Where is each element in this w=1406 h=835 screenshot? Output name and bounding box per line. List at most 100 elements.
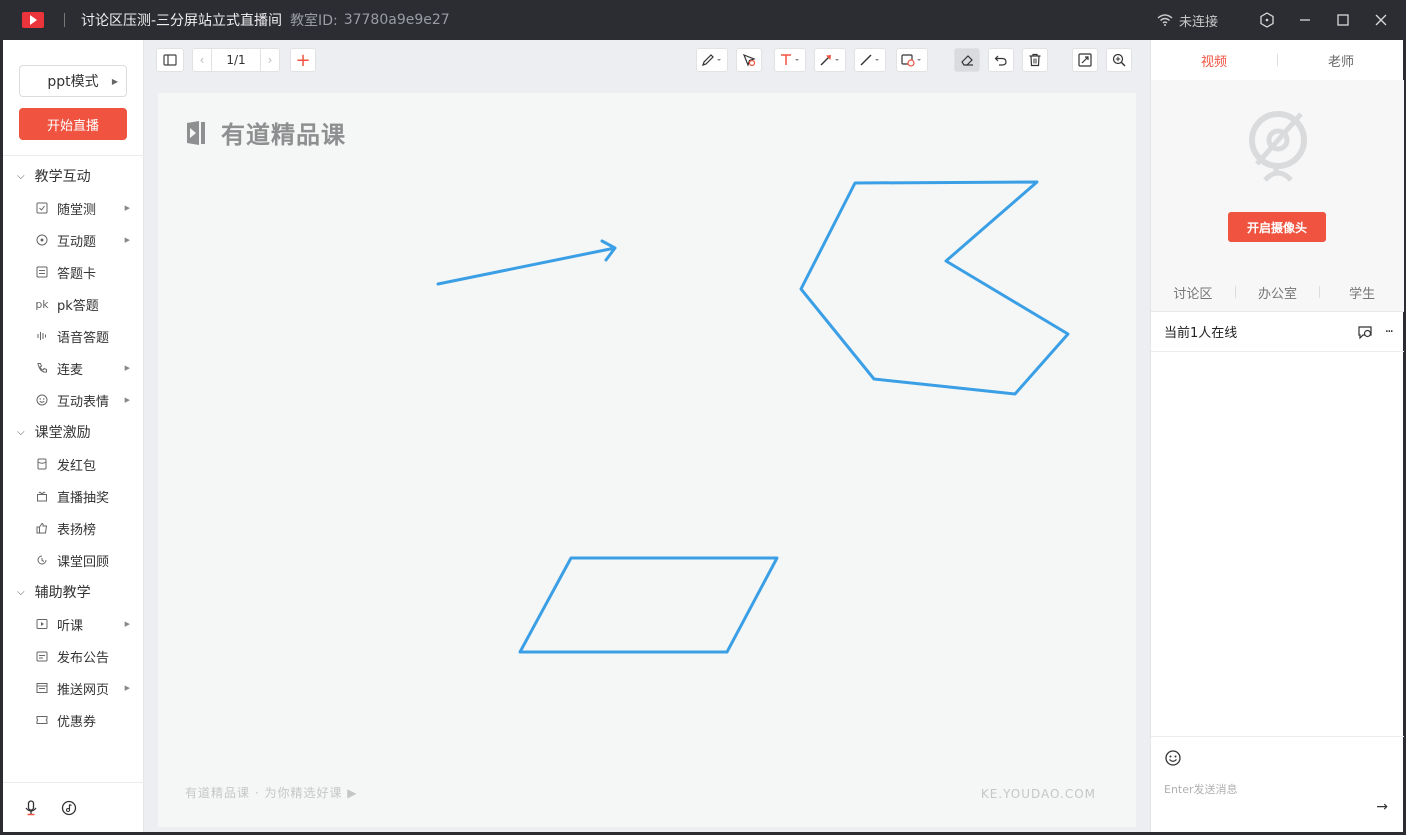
pen-icon — [702, 54, 721, 66]
sidebar-item-announcement[interactable]: 发布公告 — [3, 640, 144, 672]
pen-tool-button[interactable] — [696, 48, 728, 72]
sidebar-item-label: 互动题 — [57, 234, 97, 250]
text-icon — [781, 54, 799, 65]
sidebar-item-voice-answer[interactable]: 语音答题 — [3, 320, 144, 352]
caret-right-icon: ▶ — [124, 204, 130, 212]
fit-screen-button[interactable] — [1072, 48, 1098, 72]
prev-page-button[interactable]: ‹ — [192, 48, 212, 72]
chevron-down-icon: ⌵ — [17, 426, 25, 438]
tab-video[interactable]: 视频 — [1151, 51, 1277, 70]
zoom-in-icon — [1112, 53, 1126, 67]
sidebar-item-class-review[interactable]: 课堂回顾 — [3, 544, 144, 576]
sidebar-item-coupon[interactable]: 优惠券 — [3, 704, 144, 736]
close-button[interactable] — [1362, 0, 1400, 40]
whiteboard-toolbar: ‹ 1/1 › + — [144, 40, 1150, 80]
music-icon[interactable] — [61, 800, 77, 816]
sidebar-item-label: 课堂回顾 — [57, 554, 110, 570]
microphone-icon[interactable] — [23, 799, 39, 816]
maximize-button[interactable] — [1324, 0, 1362, 40]
sidebar-item-label: 听课 — [57, 618, 84, 634]
select-tool-button[interactable] — [736, 48, 762, 72]
tab-office[interactable]: 办公室 — [1236, 283, 1320, 302]
zoom-in-button[interactable] — [1106, 48, 1132, 72]
title-bar: 讨论区压测-三分屏站立式直播间 教室ID: 37780a9e9e27 未连接 — [0, 0, 1406, 40]
mode-select[interactable]: ppt模式 ▶ — [19, 65, 127, 97]
sidebar-item-praise-board[interactable]: 表扬榜 — [3, 512, 144, 544]
page-indicator: 1/1 — [212, 48, 260, 72]
emoji-icon[interactable] — [1164, 749, 1182, 767]
sidebar-item-answer-card[interactable]: 答题卡 — [3, 256, 144, 288]
thumbnail-toggle-button[interactable] — [156, 48, 184, 72]
interactive-question-icon — [35, 233, 49, 247]
sidebar-item-co-host[interactable]: 连麦 ▶ — [3, 352, 144, 384]
webpage-icon — [35, 681, 49, 695]
sidebar-item-label: 语音答题 — [57, 330, 110, 346]
coupon-icon — [35, 713, 49, 727]
canvas-footer-slogan: 有道精品课 · 为你精选好课 ▶ — [185, 786, 358, 800]
shape-icon — [901, 54, 921, 67]
caret-right-icon: ▶ — [124, 620, 130, 628]
whiteboard-canvas[interactable]: 有道精品课 有道精品课 · 为你精选好课 ▶ KE.YOUDAO.COM — [158, 93, 1136, 827]
sidebar-item-push-webpage[interactable]: 推送网页 ▶ — [3, 672, 144, 704]
sidebar-item-quiz[interactable]: 随堂测 ▶ — [3, 192, 144, 224]
sidebar-item-red-packet[interactable]: 发红包 — [3, 448, 144, 480]
sidebar-item-pk-answer[interactable]: pk pk答题 — [3, 288, 144, 320]
clear-button[interactable] — [1022, 48, 1048, 72]
video-tabs: 视频 老师 — [1151, 40, 1404, 80]
sidebar-item-label: 推送网页 — [57, 682, 110, 698]
undo-icon — [994, 55, 1007, 66]
main-area: ‹ 1/1 › + 有道精品课 有道精品课 · 为你精选好课 ▶ KE.YOUD… — [144, 40, 1150, 832]
eraser-tool-button[interactable] — [954, 48, 980, 72]
chevron-down-icon: ⌵ — [17, 170, 25, 182]
text-tool-button[interactable] — [774, 48, 806, 72]
caret-right-icon: ▶ — [124, 396, 130, 404]
group-teaching-interaction[interactable]: ⌵ 教学互动 — [3, 160, 144, 192]
whiteboard-drawing — [436, 180, 1070, 654]
sidebar-item-label: 表扬榜 — [57, 522, 97, 538]
open-camera-button[interactable]: 开启摄像头 — [1228, 212, 1326, 242]
line-tool-button[interactable] — [854, 48, 886, 72]
arrow-tool-button[interactable] — [814, 48, 846, 72]
group-assist-teaching[interactable]: ⌵ 辅助教学 — [3, 576, 144, 608]
network-status-text: 未连接 — [1178, 14, 1218, 30]
sidebar-item-lottery[interactable]: 直播抽奖 — [3, 480, 144, 512]
group-class-incentive[interactable]: ⌵ 课堂激励 — [3, 416, 144, 448]
mode-select-value: ppt模式 — [47, 74, 99, 90]
online-status-row: 当前1人在线 ··· — [1151, 312, 1404, 352]
group-title: 教学互动 — [34, 169, 91, 185]
next-page-button[interactable]: › — [260, 48, 280, 72]
undo-button[interactable] — [988, 48, 1014, 72]
gift-icon — [35, 489, 49, 503]
review-icon — [35, 553, 49, 567]
drawn-parallelogram — [518, 556, 779, 654]
caret-right-icon: ▶ — [124, 236, 130, 244]
app-logo-icon — [22, 12, 44, 28]
start-live-button[interactable]: 开始直播 — [19, 108, 127, 140]
sidebar-footer — [3, 782, 144, 832]
smiley-icon — [35, 393, 49, 407]
add-page-button[interactable]: + — [290, 48, 316, 72]
trash-icon — [1029, 53, 1041, 67]
sidebar-item-interactive-question[interactable]: 互动题 ▶ — [3, 224, 144, 256]
tab-discussion[interactable]: 讨论区 — [1151, 283, 1235, 302]
tab-teacher[interactable]: 老师 — [1278, 51, 1404, 70]
fit-screen-icon — [1078, 53, 1092, 67]
shape-tool-button[interactable] — [896, 48, 928, 72]
sidebar-item-emoji[interactable]: 互动表情 ▶ — [3, 384, 144, 416]
sound-wave-icon — [35, 329, 49, 343]
sidebar-item-label: 发布公告 — [57, 650, 110, 666]
sidebar-item-audit-class[interactable]: 听课 ▶ — [3, 608, 144, 640]
chevron-down-icon: ⌵ — [17, 586, 25, 598]
send-button[interactable]: → — [1376, 799, 1388, 815]
tab-students[interactable]: 学生 — [1320, 283, 1404, 302]
minimize-button[interactable] — [1286, 0, 1324, 40]
sidebar-item-label: 直播抽奖 — [57, 490, 110, 506]
settings-icon[interactable] — [1248, 0, 1286, 40]
title-divider — [64, 13, 65, 27]
more-icon[interactable]: ··· — [1385, 324, 1394, 340]
caret-right-icon: ▶ — [124, 364, 130, 372]
chat-settings-icon[interactable] — [1357, 325, 1373, 339]
chat-input[interactable]: Enter发送消息 — [1164, 781, 1238, 797]
phone-icon — [35, 361, 49, 375]
pk-icon: pk — [35, 297, 49, 311]
